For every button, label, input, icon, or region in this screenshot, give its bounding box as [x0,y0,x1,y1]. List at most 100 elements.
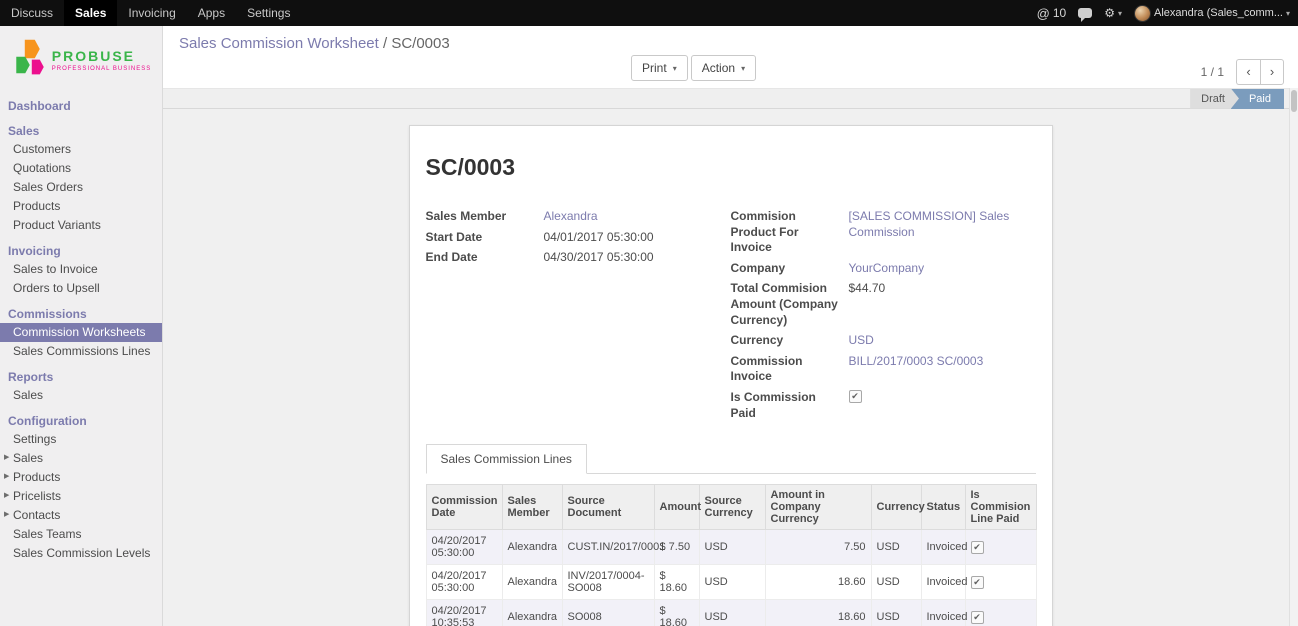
sidebar-item-reports-sales[interactable]: Sales [0,386,162,405]
column-header-is-commission-line-paid[interactable]: Is Commision Line Paid [965,485,1036,530]
field-label: Is Commission Paid [731,390,849,421]
cell-amount-company-currency: 7.50 [765,530,871,565]
scrollbar-thumb[interactable] [1291,90,1297,112]
table-row[interactable]: 04/20/2017 05:30:00 Alexandra CUST.IN/20… [426,530,1036,565]
sidebar-item-settings[interactable]: Settings [0,430,162,449]
sidebar-heading-invoicing[interactable]: Invoicing [0,241,162,260]
cell-sales-member: Alexandra [502,600,562,626]
breadcrumb: Sales Commission Worksheet / SC/0003 [179,35,450,52]
sidebar-item-products[interactable]: Products [0,197,162,216]
debug-menu[interactable]: ⚙ ▾ [1104,6,1122,20]
cell-amount: $ 7.50 [654,530,699,565]
column-header-status[interactable]: Status [921,485,965,530]
sidebar-item-customers[interactable]: Customers [0,140,162,159]
column-header-amount[interactable]: Amount [654,485,699,530]
sales-member-link[interactable]: Alexandra [544,209,598,225]
sidebar-heading-commissions[interactable]: Commissions [0,304,162,323]
activities-menu[interactable]: @ 10 [1037,6,1067,21]
cell-status: Invoiced [921,530,965,565]
line-paid-checkbox[interactable]: ✔ [971,611,984,624]
sidebar-item-label: Customers [13,142,71,157]
main-layout: PROBUSE PROFESSIONAL BUSINESS Dashboard … [0,26,1298,626]
field-total-commission: Total Commision Amount (Company Currency… [731,281,1036,328]
notebook: Sales Commission Lines Commission Date S… [426,444,1036,626]
cell-line-paid: ✔ [965,600,1036,626]
sidebar-item-sales-commission-levels[interactable]: Sales Commission Levels [0,544,162,563]
line-paid-checkbox[interactable]: ✔ [971,576,984,589]
cell-commission-date: 04/20/2017 05:30:00 [426,565,502,600]
currency-link[interactable]: USD [849,333,874,349]
cell-source-document: SO008 [562,600,654,626]
commission-invoice-link[interactable]: BILL/2017/0003 SC/0003 [849,354,984,370]
sidebar-section-configuration: Configuration Settings ▶Sales ▶Products … [0,411,162,563]
pager-previous-button[interactable]: ‹ [1236,59,1260,85]
tab-sales-commission-lines[interactable]: Sales Commission Lines [426,444,587,474]
column-header-source-document[interactable]: Source Document [562,485,654,530]
sidebar-item-product-variants[interactable]: Product Variants [0,216,162,235]
company-link[interactable]: YourCompany [849,261,925,277]
status-step-draft[interactable]: Draft [1190,89,1239,109]
form-area: SC/0003 Sales Member Alexandra Start Dat… [163,109,1298,626]
action-button[interactable]: Action ▾ [691,55,756,81]
expander-icon: ▶ [4,473,13,482]
cell-commission-date: 04/20/2017 05:30:00 [426,530,502,565]
sidebar-item-orders-to-upsell[interactable]: Orders to Upsell [0,279,162,298]
field-label: Currency [731,333,849,349]
line-paid-checkbox[interactable]: ✔ [971,541,984,554]
cell-amount: $ 18.60 [654,565,699,600]
sidebar-heading-reports[interactable]: Reports [0,367,162,386]
app-window: Discuss Sales Invoicing Apps Settings @ … [0,0,1298,626]
column-header-currency[interactable]: Currency [871,485,921,530]
sidebar-item-contacts[interactable]: ▶Contacts [0,506,162,525]
commission-product-link[interactable]: [SALES COMMISSION] Sales Commission [849,209,1036,240]
sidebar-item-sales-teams[interactable]: Sales Teams [0,525,162,544]
field-company: Company YourCompany [731,261,1036,277]
sidebar-item-config-products[interactable]: ▶Products [0,468,162,487]
cell-status: Invoiced [921,600,965,626]
table-row[interactable]: 04/20/2017 10:35:53 Alexandra SO008 $ 18… [426,600,1036,626]
field-label: Commission Invoice [731,354,849,385]
gear-icon: ⚙ [1104,6,1115,20]
field-currency: Currency USD [731,333,1036,349]
column-header-source-currency[interactable]: Source Currency [699,485,765,530]
sidebar-item-label: Sales to Invoice [13,262,98,277]
cell-line-paid: ✔ [965,530,1036,565]
pager-buttons: ‹ › [1236,59,1284,85]
sidebar-item-label: Sales Teams [13,527,81,542]
field-sales-member: Sales Member Alexandra [426,209,715,225]
top-menu-invoicing[interactable]: Invoicing [117,0,186,26]
sidebar-item-sales-to-invoice[interactable]: Sales to Invoice [0,260,162,279]
cell-source-document: INV/2017/0004-SO008 [562,565,654,600]
sidebar-heading-dashboard[interactable]: Dashboard [0,96,162,115]
sidebar-item-pricelists[interactable]: ▶Pricelists [0,487,162,506]
sidebar-heading-configuration[interactable]: Configuration [0,411,162,430]
tab-bar: Sales Commission Lines [426,444,1036,474]
is-commission-paid-checkbox[interactable]: ✔ [849,390,862,403]
sidebar-item-config-sales[interactable]: ▶Sales [0,449,162,468]
print-button[interactable]: Print ▾ [631,55,688,81]
top-menu-settings[interactable]: Settings [236,0,301,26]
sidebar-item-quotations[interactable]: Quotations [0,159,162,178]
column-header-commission-date[interactable]: Commission Date [426,485,502,530]
breadcrumb-parent-link[interactable]: Sales Commission Worksheet [179,35,379,52]
top-menu-apps[interactable]: Apps [187,0,236,26]
cell-sales-member: Alexandra [502,530,562,565]
top-menu-sales[interactable]: Sales [64,0,117,26]
sidebar-item-commission-worksheets[interactable]: Commission Worksheets [0,323,162,342]
column-header-sales-member[interactable]: Sales Member [502,485,562,530]
record-title: SC/0003 [426,154,1036,181]
breadcrumb-separator: / [383,35,387,52]
user-menu[interactable]: Alexandra (Sales_comm... ▾ [1134,5,1290,22]
pager-next-button[interactable]: › [1260,59,1284,85]
top-menu-discuss[interactable]: Discuss [0,0,64,26]
vertical-scrollbar[interactable] [1289,88,1298,626]
table-row[interactable]: 04/20/2017 05:30:00 Alexandra INV/2017/0… [426,565,1036,600]
sidebar-item-sales-orders[interactable]: Sales Orders [0,178,162,197]
action-button-label: Action [702,61,735,75]
sidebar-heading-sales[interactable]: Sales [0,121,162,140]
column-header-amount-company-currency[interactable]: Amount in Company Currency [765,485,871,530]
pager-counter: 1 / 1 [1201,65,1224,79]
sidebar-item-sales-commissions-lines[interactable]: Sales Commissions Lines [0,342,162,361]
probuse-logo-icon [11,38,47,82]
messages-menu[interactable] [1078,8,1092,18]
